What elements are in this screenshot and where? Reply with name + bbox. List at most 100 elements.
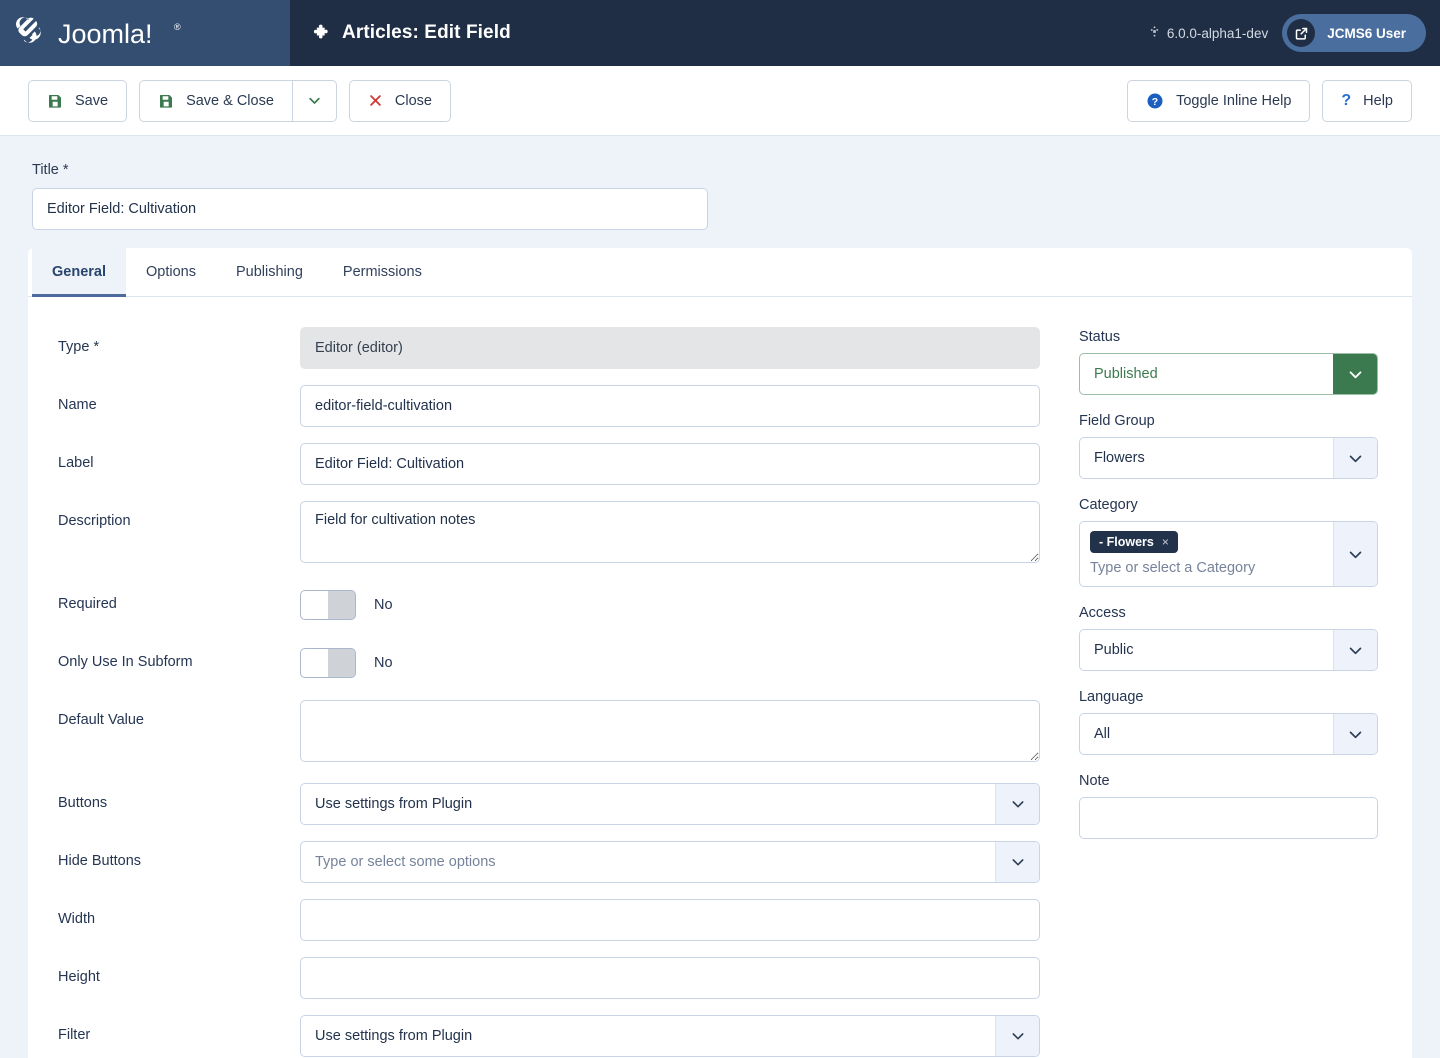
chevron-down-icon[interactable]: [995, 842, 1039, 882]
general-form: Type * Name Label: [58, 327, 1045, 1058]
filter-select-value: Use settings from Plugin: [301, 1028, 995, 1044]
only-use-in-subform-toggle[interactable]: [300, 648, 356, 678]
save-options-dropdown-button[interactable]: [292, 80, 337, 122]
close-icon[interactable]: ×: [1162, 535, 1169, 549]
help-button[interactable]: ? Help: [1322, 80, 1412, 122]
note-input[interactable]: [1079, 797, 1378, 839]
type-label: Type *: [58, 327, 300, 355]
save-button[interactable]: Save: [28, 80, 127, 122]
category-group: Category - Flowers × Type or select a Ca…: [1079, 497, 1378, 587]
only-use-in-subform-toggle-knob: [301, 649, 328, 677]
language-select-value: All: [1080, 726, 1333, 742]
field-group-label: Field Group: [1079, 413, 1378, 429]
language-label: Language: [1079, 689, 1378, 705]
category-select[interactable]: - Flowers × Type or select a Category: [1079, 521, 1378, 587]
tab-permissions[interactable]: Permissions: [323, 248, 442, 297]
external-link-icon: [1287, 19, 1315, 47]
label-input[interactable]: [300, 443, 1040, 485]
row-type: Type *: [58, 327, 1045, 369]
row-label: Label: [58, 443, 1045, 485]
page-title: Articles: Edit Field: [342, 22, 511, 44]
row-only-use-in-subform: Only Use In Subform No: [58, 642, 1045, 684]
chevron-down-icon[interactable]: [1333, 630, 1377, 670]
page-content: Title * General Options Publishing Permi…: [0, 136, 1440, 1058]
height-input[interactable]: [300, 957, 1040, 999]
buttons-select[interactable]: Use settings from Plugin: [300, 783, 1040, 825]
chevron-down-icon[interactable]: [995, 784, 1039, 824]
width-label: Width: [58, 899, 300, 927]
type-input: [300, 327, 1040, 369]
row-buttons: Buttons Use settings from Plugin: [58, 783, 1045, 825]
tab-options[interactable]: Options: [126, 248, 216, 297]
filter-select[interactable]: Use settings from Plugin: [300, 1015, 1040, 1057]
close-button[interactable]: Close: [349, 80, 451, 122]
svg-text:®: ®: [174, 22, 181, 32]
note-group: Note: [1079, 773, 1378, 839]
access-label: Access: [1079, 605, 1378, 621]
required-toggle[interactable]: [300, 590, 356, 620]
category-label: Category: [1079, 497, 1378, 513]
close-x-icon: [368, 93, 383, 108]
puzzle-piece-icon: [312, 23, 332, 43]
only-use-in-subform-value: No: [374, 655, 393, 671]
title-field-block: Title *: [28, 136, 1412, 248]
action-toolbar: Save Save & Close Close: [0, 66, 1440, 136]
access-select[interactable]: Public: [1079, 629, 1378, 671]
row-hide-buttons: Hide Buttons Type or select some options: [58, 841, 1045, 883]
save-and-close-button[interactable]: Save & Close: [139, 80, 292, 122]
buttons-select-value: Use settings from Plugin: [301, 796, 995, 812]
edit-field-card: General Options Publishing Permissions T…: [28, 248, 1412, 1058]
chevron-down-icon[interactable]: [1333, 522, 1377, 586]
row-width: Width: [58, 899, 1045, 941]
category-chip[interactable]: - Flowers ×: [1090, 531, 1178, 553]
default-value-textarea[interactable]: [300, 700, 1040, 762]
access-group: Access Public: [1079, 605, 1378, 671]
category-tags-area[interactable]: - Flowers × Type or select a Category: [1080, 522, 1333, 586]
required-label: Required: [58, 584, 300, 612]
joomla-brand[interactable]: Joomla! ®: [0, 0, 290, 66]
joomla-mini-icon: [1148, 25, 1161, 41]
toggle-inline-help-button[interactable]: ? Toggle Inline Help: [1127, 80, 1310, 122]
width-input[interactable]: [300, 899, 1040, 941]
category-chip-label: - Flowers: [1099, 535, 1154, 549]
close-button-label: Close: [395, 93, 432, 109]
filter-label: Filter: [58, 1015, 300, 1043]
chevron-down-icon[interactable]: [1333, 714, 1377, 754]
language-select[interactable]: All: [1079, 713, 1378, 755]
chevron-down-icon[interactable]: [1333, 354, 1377, 394]
tab-publishing[interactable]: Publishing: [216, 248, 323, 297]
row-required: Required No: [58, 584, 1045, 626]
field-group-select[interactable]: Flowers: [1079, 437, 1378, 479]
description-textarea[interactable]: Field for cultivation notes: [300, 501, 1040, 563]
svg-text:Joomla!: Joomla!: [58, 19, 153, 49]
chevron-down-icon[interactable]: [1333, 438, 1377, 478]
chevron-down-icon: [307, 93, 322, 108]
floppy-disk-icon: [158, 93, 174, 109]
hide-buttons-select[interactable]: Type or select some options: [300, 841, 1040, 883]
title-input[interactable]: [32, 188, 708, 230]
chevron-down-icon[interactable]: [995, 1016, 1039, 1056]
row-height: Height: [58, 957, 1045, 999]
height-label: Height: [58, 957, 300, 985]
hide-buttons-label: Hide Buttons: [58, 841, 300, 869]
status-label: Status: [1079, 329, 1378, 345]
note-label: Note: [1079, 773, 1378, 789]
default-value-label: Default Value: [58, 700, 300, 728]
row-default-value: Default Value: [58, 700, 1045, 767]
field-group-select-value: Flowers: [1080, 450, 1333, 466]
top-header-bar: Joomla! ® Articles: Edit Field 6.0.0-alp…: [0, 0, 1440, 66]
hide-buttons-placeholder: Type or select some options: [301, 854, 995, 870]
floppy-disk-icon: [47, 93, 63, 109]
only-use-in-subform-label: Only Use In Subform: [58, 642, 300, 670]
tab-general[interactable]: General: [32, 248, 126, 297]
status-select-value: Published: [1080, 366, 1333, 382]
buttons-label: Buttons: [58, 783, 300, 811]
user-menu-button[interactable]: JCMS6 User: [1282, 14, 1426, 52]
status-select[interactable]: Published: [1079, 353, 1378, 395]
version-text: 6.0.0-alpha1-dev: [1167, 26, 1268, 41]
name-input[interactable]: [300, 385, 1040, 427]
user-name-label: JCMS6 User: [1327, 26, 1406, 41]
access-select-value: Public: [1080, 642, 1333, 658]
status-group: Status Published: [1079, 329, 1378, 395]
help-button-label: Help: [1363, 93, 1393, 109]
